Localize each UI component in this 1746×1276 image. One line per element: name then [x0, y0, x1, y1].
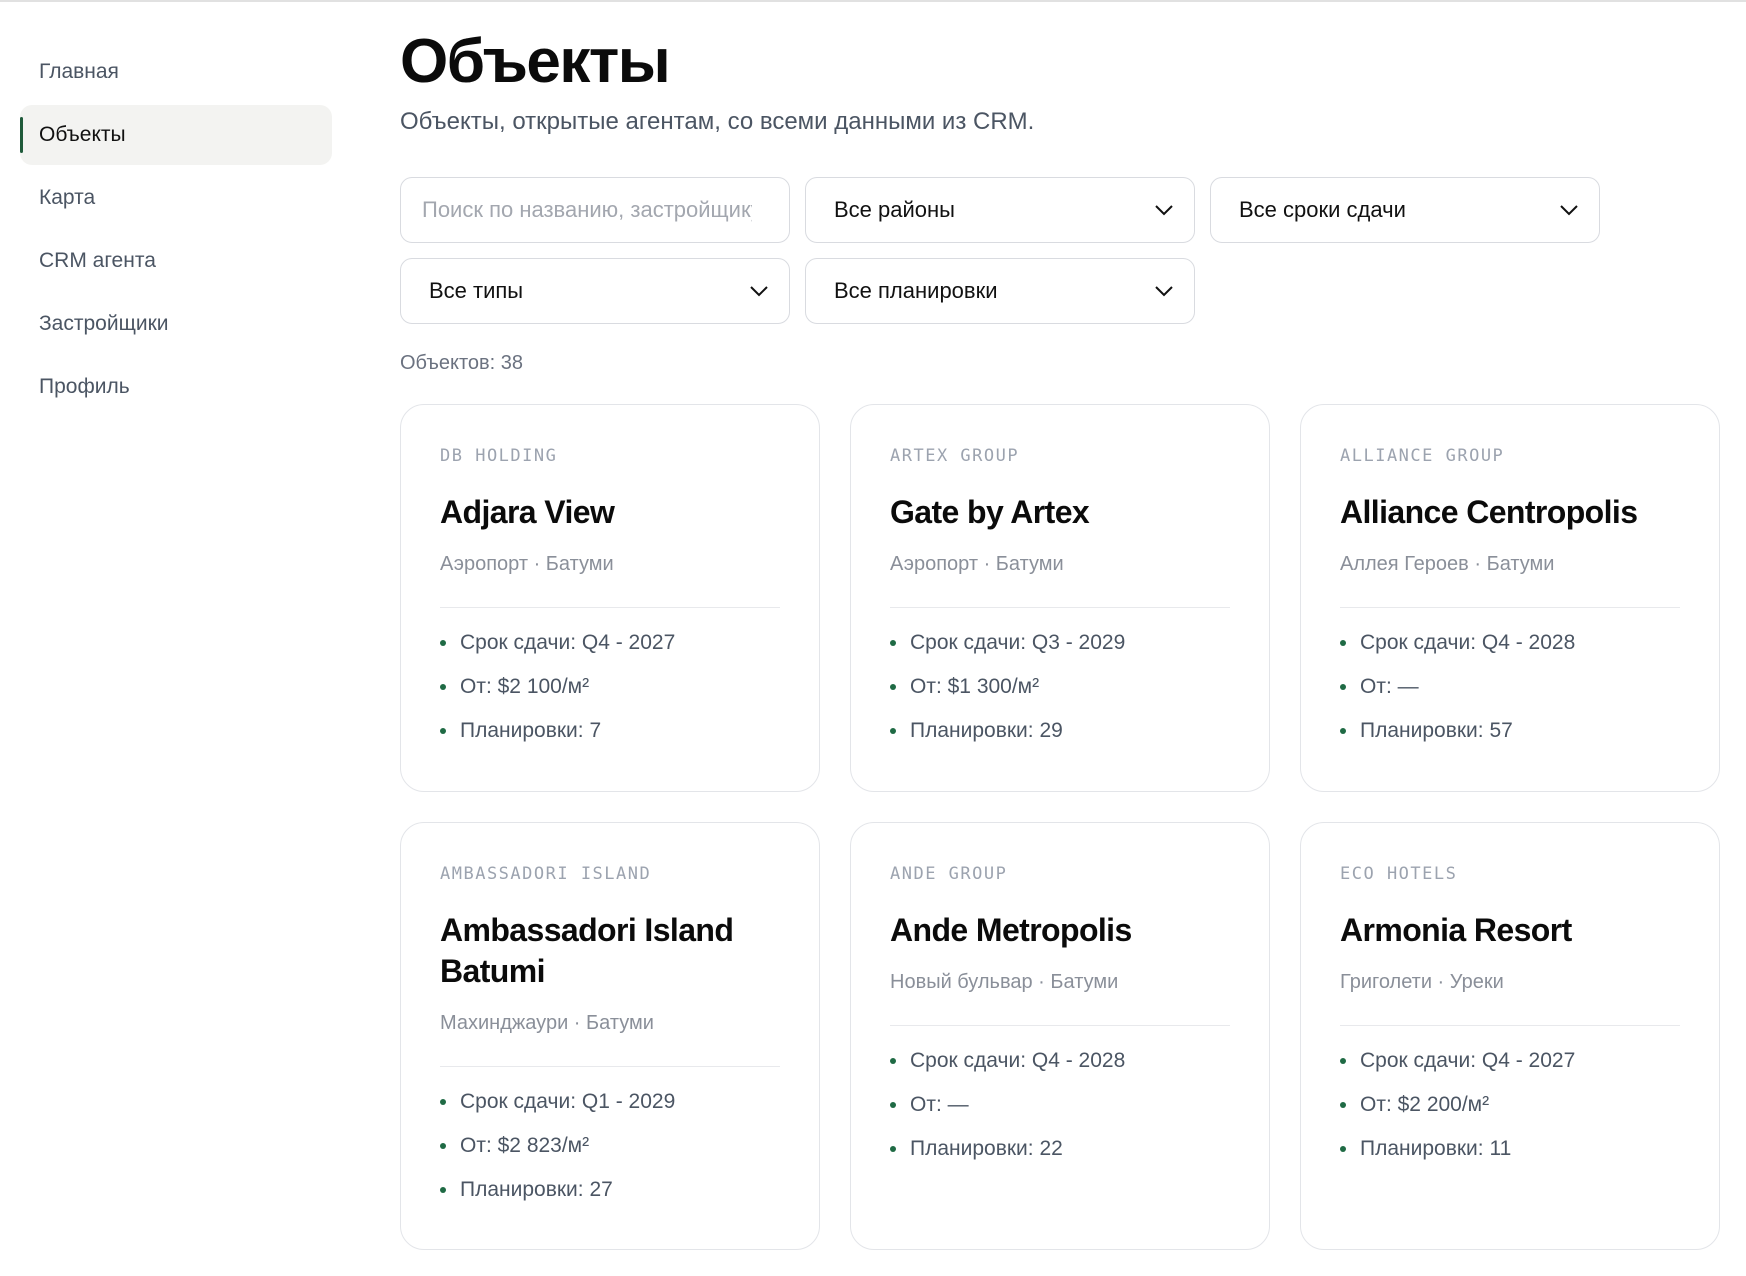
sidebar-item-developers[interactable]: Застройщики [20, 294, 332, 354]
layout-select-value: Все планировки [834, 278, 998, 303]
card-fact-deadline: Срок сдачи: Q1 - 2029 [440, 1089, 780, 1133]
card-developer: ALLIANCE GROUP [1340, 446, 1505, 466]
card-developer: ARTEX GROUP [890, 446, 1020, 466]
property-card[interactable]: ECO HOTELS Armonia Resort Григолети · Ур… [1300, 822, 1720, 1250]
card-title: Gate by Artex [890, 494, 1090, 530]
chevron-down-icon [1155, 205, 1173, 216]
layout-select[interactable]: Все планировки [805, 258, 1195, 324]
card-developer: AMBASSADORI ISLAND [440, 864, 652, 884]
chevron-down-icon [1155, 286, 1173, 297]
property-card[interactable]: AMBASSADORI ISLAND Ambassadori Island Ba… [400, 822, 820, 1250]
card-location: Аэропорт · Батуми [440, 553, 614, 575]
card-facts: Срок сдачи: Q4 - 2028 От: — Планировки: … [890, 1048, 1230, 1180]
page-title: Объекты [400, 27, 671, 96]
card-divider [440, 607, 780, 608]
sidebar-item-crm[interactable]: CRM агента [20, 231, 332, 291]
card-fact-price: От: $2 823/м² [440, 1133, 780, 1177]
search-input[interactable] [422, 197, 752, 223]
card-location: Аллея Героев · Батуми [1340, 553, 1555, 575]
card-fact-layouts: Планировки: 22 [890, 1136, 1230, 1180]
type-select[interactable]: Все типы [400, 258, 790, 324]
sidebar-item-home[interactable]: Главная [20, 42, 332, 102]
property-card[interactable]: ARTEX GROUP Gate by Artex Аэропорт · Бат… [850, 404, 1270, 792]
card-fact-layouts: Планировки: 29 [890, 718, 1230, 762]
card-fact-deadline: Срок сдачи: Q4 - 2028 [890, 1048, 1230, 1092]
deadline-select-value: Все сроки сдачи [1239, 197, 1406, 222]
card-title: Ande Metropolis [890, 912, 1132, 948]
card-title: Adjara View [440, 494, 615, 530]
card-fact-deadline: Срок сдачи: Q3 - 2029 [890, 630, 1230, 674]
sidebar-item-map[interactable]: Карта [20, 168, 332, 228]
card-facts: Срок сдачи: Q1 - 2029 От: $2 823/м² План… [440, 1089, 780, 1221]
deadline-select[interactable]: Все сроки сдачи [1210, 177, 1600, 243]
card-facts: Срок сдачи: Q4 - 2027 От: $2 200/м² План… [1340, 1048, 1680, 1180]
card-location: Аэропорт · Батуми [890, 553, 1064, 575]
card-developer: ANDE GROUP [890, 864, 1008, 884]
card-divider [890, 1025, 1230, 1026]
card-fact-deadline: Срок сдачи: Q4 - 2027 [440, 630, 780, 674]
card-fact-layouts: Планировки: 11 [1340, 1136, 1680, 1180]
card-facts: Срок сдачи: Q4 - 2028 От: — Планировки: … [1340, 630, 1680, 762]
objects-count: Объектов: 38 [400, 352, 523, 374]
card-title: Alliance Centropolis [1340, 494, 1638, 530]
property-card[interactable]: ANDE GROUP Ande Metropolis Новый бульвар… [850, 822, 1270, 1250]
property-card[interactable]: DB HOLDING Adjara View Аэропорт · Батуми… [400, 404, 820, 792]
card-location: Григолети · Уреки [1340, 971, 1504, 993]
card-fact-price: От: $2 100/м² [440, 674, 780, 718]
card-fact-layouts: Планировки: 27 [440, 1177, 780, 1221]
card-title: Armonia Resort [1340, 912, 1572, 948]
card-divider [1340, 1025, 1680, 1026]
sidebar-item-profile[interactable]: Профиль [20, 357, 332, 417]
card-fact-layouts: Планировки: 57 [1340, 718, 1680, 762]
chevron-down-icon [750, 286, 768, 297]
card-fact-price: От: $1 300/м² [890, 674, 1230, 718]
card-fact-layouts: Планировки: 7 [440, 718, 780, 762]
card-fact-deadline: Срок сдачи: Q4 - 2028 [1340, 630, 1680, 674]
sidebar-item-objects[interactable]: Объекты [20, 105, 332, 165]
card-facts: Срок сдачи: Q3 - 2029 От: $1 300/м² План… [890, 630, 1230, 762]
district-select-value: Все районы [834, 197, 955, 222]
card-location: Новый бульвар · Батуми [890, 971, 1119, 993]
top-divider [0, 0, 1746, 2]
property-card[interactable]: ALLIANCE GROUP Alliance Centropolis Алле… [1300, 404, 1720, 792]
card-developer: ECO HOTELS [1340, 864, 1458, 884]
card-developer: DB HOLDING [440, 446, 558, 466]
card-location: Махинджаури · Батуми [440, 1012, 654, 1034]
type-select-value: Все типы [429, 278, 524, 303]
card-fact-price: От: — [1340, 674, 1680, 718]
card-title: Ambassadori Island Batumi [440, 912, 734, 989]
card-fact-price: От: — [890, 1092, 1230, 1136]
page-subtitle: Объекты, открытые агентам, со всеми данн… [400, 108, 1035, 135]
card-divider [440, 1066, 780, 1067]
card-divider [1340, 607, 1680, 608]
sidebar-nav: Главная Объекты Карта CRM агента Застрой… [20, 42, 332, 420]
chevron-down-icon [1560, 205, 1578, 216]
search-field[interactable] [400, 177, 790, 243]
card-facts: Срок сдачи: Q4 - 2027 От: $2 100/м² План… [440, 630, 780, 762]
district-select[interactable]: Все районы [805, 177, 1195, 243]
card-fact-price: От: $2 200/м² [1340, 1092, 1680, 1136]
card-divider [890, 607, 1230, 608]
card-fact-deadline: Срок сдачи: Q4 - 2027 [1340, 1048, 1680, 1092]
